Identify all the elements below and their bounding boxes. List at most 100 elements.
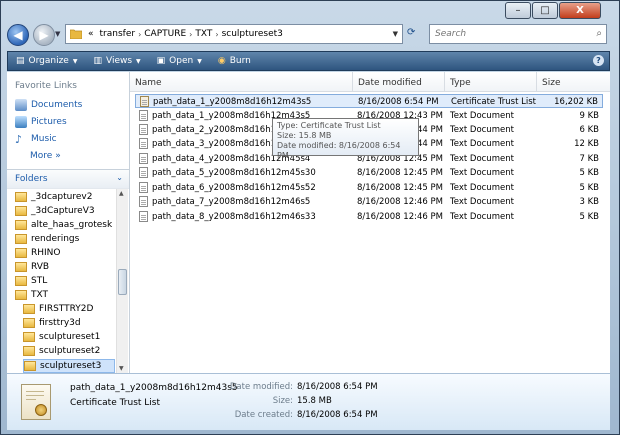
folder-label: _3dcapturev2 <box>31 192 93 202</box>
views-button[interactable]: ▥ Views ▼ <box>85 52 148 70</box>
folder-icon <box>23 332 35 342</box>
double-chevron-icon: » <box>55 151 61 161</box>
file-size: 7 KB <box>579 154 599 164</box>
folder-tree-item[interactable]: firsttry3d <box>23 316 81 330</box>
folder-icon <box>15 262 27 272</box>
tooltip-date-modified: Date modified: 8/16/2008 6:54 PM <box>277 141 401 160</box>
breadcrumb-transfer[interactable]: transfer <box>100 29 136 39</box>
breadcrumb-separator[interactable]: › <box>189 30 192 39</box>
minimize-button[interactable]: – <box>505 2 531 19</box>
text-file-icon <box>139 211 148 222</box>
folder-tree-scrollbar[interactable]: ▲ ▼ <box>116 189 128 373</box>
open-icon: ▣ <box>156 56 166 66</box>
file-name: path_data_5_y2008m8d16h12m45s30 <box>152 168 316 178</box>
file-type: Certificate Trust List <box>451 97 536 107</box>
dropdown-arrow-icon: ▼ <box>197 57 202 65</box>
forward-button[interactable]: ▶ <box>33 24 55 46</box>
folder-tree-item[interactable]: sculptureset2 <box>23 344 100 358</box>
file-type: Text Document <box>450 212 514 222</box>
seal-icon <box>35 404 47 416</box>
folder-label: FIRSTTRY2D <box>39 304 94 314</box>
column-header-name[interactable]: Name <box>130 72 353 92</box>
breadcrumb-txt[interactable]: TXT <box>195 29 212 39</box>
scrollbar-thumb[interactable] <box>118 269 127 295</box>
more-links-button[interactable]: More » <box>30 151 61 161</box>
close-button[interactable]: X <box>559 2 601 19</box>
address-overflow[interactable]: « <box>88 29 94 39</box>
forward-arrow-icon: ▶ <box>39 28 49 42</box>
folder-tree-item[interactable]: STL <box>15 274 47 288</box>
search-icon[interactable]: ⌕ <box>596 28 602 39</box>
search-input[interactable] <box>430 28 587 40</box>
folder-icon <box>70 29 82 39</box>
refresh-icon[interactable]: ⟳ <box>407 27 415 38</box>
scroll-down-icon[interactable]: ▼ <box>119 365 124 372</box>
folder-tree-item[interactable]: _3dcapturev2 <box>15 190 92 204</box>
file-row-selected[interactable]: path_data_1_y2008m8d16h12m43s5 8/16/2008… <box>135 94 603 108</box>
open-folder-icon <box>15 290 27 300</box>
folder-tree-item[interactable]: FIRSTTRY2D <box>23 302 93 316</box>
open-label: Open <box>169 56 194 66</box>
breadcrumb-separator[interactable]: › <box>138 30 141 39</box>
favorite-link-music[interactable]: ♪ Music <box>15 133 57 146</box>
folder-tree-item[interactable]: alte_haas_grotesk <box>15 218 112 232</box>
favorite-link-pictures[interactable]: Pictures <box>15 116 67 128</box>
date-created-value: 8/16/2008 6:54 PM <box>297 410 378 420</box>
folder-tree-item[interactable]: TXT <box>15 288 48 302</box>
folder-tree-item[interactable]: RVB <box>15 260 49 274</box>
file-date: 8/16/2008 12:46 PM <box>357 212 443 222</box>
back-button[interactable]: ◀ <box>7 24 29 46</box>
organize-button[interactable]: ▤ Organize ▼ <box>8 52 85 70</box>
folder-icon <box>15 192 27 202</box>
folder-tree-item[interactable]: RHINO <box>15 246 61 260</box>
column-header-size[interactable]: Size <box>537 72 610 92</box>
breadcrumb-separator[interactable]: › <box>215 30 218 39</box>
file-row[interactable]: path_data_5_y2008m8d16h12m45s30 8/16/200… <box>135 166 603 180</box>
folder-tree-item[interactable]: _3dCaptureV3 <box>15 204 95 218</box>
organize-icon: ▤ <box>16 56 25 66</box>
folder-label: alte_haas_grotesk <box>31 220 113 230</box>
address-bar[interactable]: « transfer › CAPTURE › TXT › sculpturese… <box>65 24 403 44</box>
column-header-type[interactable]: Type <box>445 72 537 92</box>
tooltip-type: Type: Certificate Trust List <box>277 121 381 130</box>
burn-button[interactable]: ◉ Burn <box>210 52 259 70</box>
file-name: path_data_6_y2008m8d16h12m45s52 <box>152 183 316 193</box>
organize-label: Organize <box>28 56 69 66</box>
folder-label: sculptureset3 <box>40 361 102 371</box>
folder-tree-item-selected[interactable]: sculptureset3 <box>23 359 115 373</box>
file-row[interactable]: path_data_6_y2008m8d16h12m45s52 8/16/200… <box>135 181 603 195</box>
file-row[interactable]: path_data_7_y2008m8d16h12m46s5 8/16/2008… <box>135 195 603 209</box>
folder-icon <box>15 220 27 230</box>
address-dropdown-icon[interactable]: ▼ <box>393 30 398 38</box>
folders-header[interactable]: Folders ⌄ <box>7 169 129 189</box>
command-toolbar: ▤ Organize ▼ ▥ Views ▼ ▣ Open ▼ ◉ Burn ? <box>7 51 610 71</box>
folder-icon <box>23 346 35 356</box>
file-size: 12 KB <box>574 139 599 149</box>
file-info-tooltip: Type: Certificate Trust List Size: 15.8 … <box>272 118 419 160</box>
scroll-up-icon[interactable]: ▲ <box>119 190 124 197</box>
column-header-date-modified[interactable]: Date modified <box>353 72 445 92</box>
recent-pages-chevron-icon[interactable]: ▼ <box>55 30 60 38</box>
folder-tree-item[interactable]: renderings <box>15 232 79 246</box>
burn-label: Burn <box>229 56 251 66</box>
folder-icon <box>24 361 36 371</box>
folders-heading: Folders <box>15 174 48 184</box>
favorite-link-documents[interactable]: Documents <box>15 99 82 111</box>
file-size: 3 KB <box>579 197 599 207</box>
file-date: 8/16/2008 6:54 PM <box>358 97 439 107</box>
pictures-icon <box>15 116 27 128</box>
open-button[interactable]: ▣ Open ▼ <box>149 52 210 70</box>
breadcrumb-capture[interactable]: CAPTURE <box>144 29 186 39</box>
file-name: path_data_1_y2008m8d16h12m43s5 <box>153 97 312 107</box>
breadcrumb-sculptureset3[interactable]: sculptureset3 <box>222 29 283 39</box>
file-date: 8/16/2008 12:46 PM <box>357 197 443 207</box>
file-row[interactable]: path_data_8_y2008m8d16h12m46s33 8/16/200… <box>135 210 603 224</box>
file-date: 8/16/2008 12:45 PM <box>357 183 443 193</box>
text-file-icon <box>139 124 148 135</box>
file-size: 6 KB <box>579 125 599 135</box>
help-icon[interactable]: ? <box>593 55 604 66</box>
folder-tree-item[interactable]: sculptureset1 <box>23 330 100 344</box>
folder-label: sculptureset2 <box>39 346 101 356</box>
file-size: 16,202 KB <box>554 97 598 107</box>
maximize-button[interactable]: □ <box>532 2 558 19</box>
